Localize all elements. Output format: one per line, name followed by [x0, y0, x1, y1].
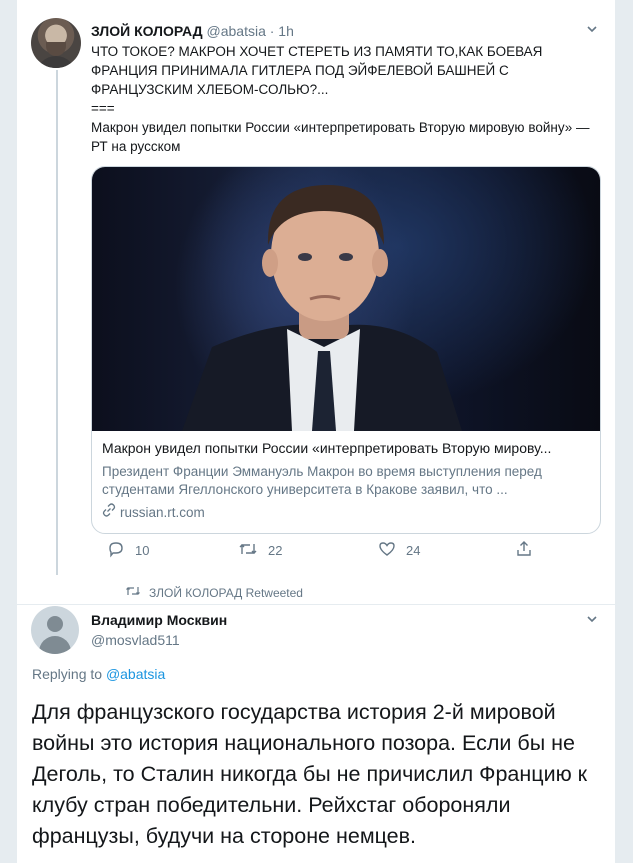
tweet-retweeted[interactable]: ЗЛОЙ КОЛОРАД @abatsia · 1h ЧТО ТОКОЕ? МА… [17, 0, 615, 600]
avatar[interactable] [31, 18, 81, 68]
card-domain-text: russian.rt.com [120, 504, 205, 520]
author-handle[interactable]: @abatsia [207, 23, 266, 39]
avatar-shirt [36, 56, 76, 68]
link-icon [102, 503, 116, 522]
chevron-down-icon[interactable] [585, 22, 599, 39]
share-icon [515, 540, 533, 561]
heart-icon [378, 540, 396, 561]
share-button[interactable] [515, 540, 533, 561]
author-handle[interactable]: @mosvlad511 [91, 632, 180, 648]
like-count: 24 [406, 543, 421, 558]
card-description: Президент Франции Эммануэль Макрон во вр… [102, 464, 542, 497]
reply-icon [107, 540, 125, 561]
tweet-header: ЗЛОЙ КОЛОРАД @abatsia · 1h [91, 22, 294, 40]
avatar-default[interactable] [31, 606, 79, 654]
author-name[interactable]: ЗЛОЙ КОЛОРАД [91, 23, 203, 39]
card-domain[interactable]: russian.rt.com [102, 503, 592, 522]
link-card[interactable]: Макрон увидел попытки России «интерпрети… [91, 166, 601, 534]
retweet-icon [238, 540, 258, 561]
retweeted-text[interactable]: ЗЛОЙ КОЛОРАД Retweeted [149, 586, 303, 600]
retweeted-notice: ЗЛОЙ КОЛОРАД Retweeted [125, 584, 303, 601]
reply-count: 10 [135, 543, 150, 558]
tweet-actions: 10 22 24 [91, 540, 531, 564]
avatar-body [39, 636, 71, 654]
chevron-down-icon[interactable] [585, 612, 599, 629]
card-image [92, 167, 600, 431]
tweet-time[interactable]: · 1h [270, 23, 294, 39]
replying-to-link[interactable]: @abatsia [106, 666, 165, 682]
timeline-panel: ЗЛОЙ КОЛОРАД @abatsia · 1h ЧТО ТОКОЕ? МА… [16, 0, 616, 863]
divider [17, 604, 615, 605]
card-body: Макрон увидел попытки России «интерпрети… [102, 439, 592, 522]
page: ЗЛОЙ КОЛОРАД @abatsia · 1h ЧТО ТОКОЕ? МА… [0, 0, 633, 863]
avatar-head [47, 616, 63, 632]
retweet-small-icon [125, 584, 141, 601]
replying-prefix: Replying to [32, 666, 103, 682]
thread-line [56, 70, 58, 575]
avatar-beard [46, 42, 66, 56]
card-title[interactable]: Макрон увидел попытки России «интерпрети… [102, 439, 592, 457]
replying-to: Replying to @abatsia [32, 666, 165, 682]
author-name[interactable]: Владимир Москвин [91, 612, 227, 628]
tweet-text: Для французского государства история 2-й… [32, 700, 588, 848]
tweet-text: ЧТО ТОКОЕ? МАКРОН ХОЧЕТ СТЕРЕТЬ ИЗ ПАМЯТ… [91, 44, 590, 154]
retweet-button[interactable]: 22 [238, 540, 282, 561]
reply-button[interactable]: 10 [107, 540, 149, 561]
retweet-count: 22 [268, 543, 283, 558]
like-button[interactable]: 24 [378, 540, 420, 561]
